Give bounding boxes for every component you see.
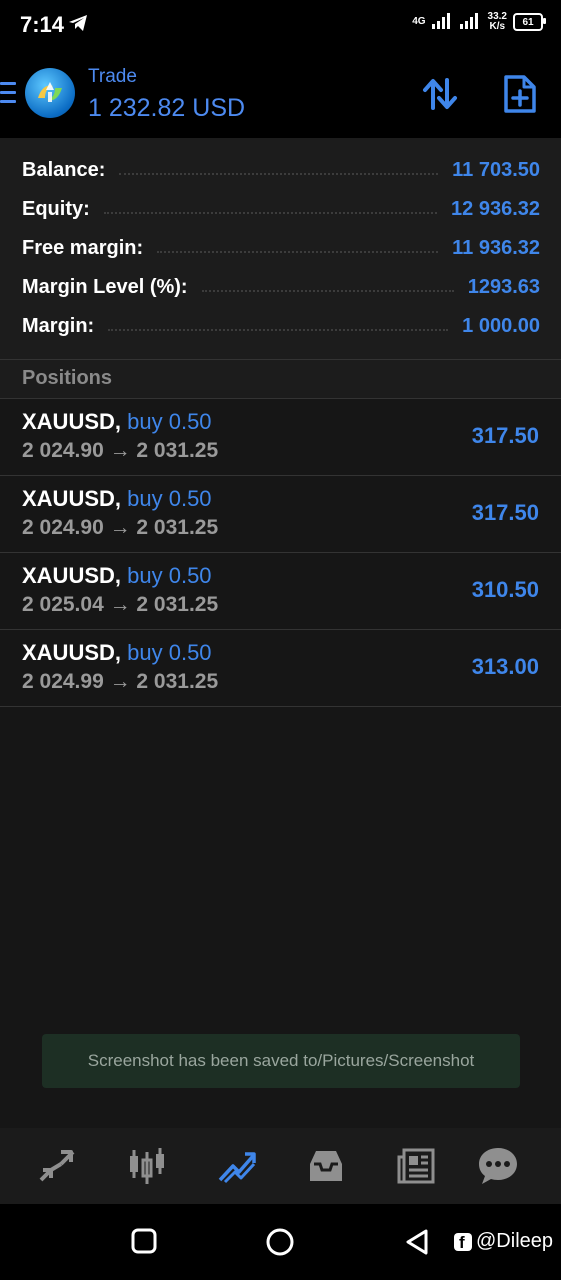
tab-trade[interactable] (215, 1144, 259, 1188)
dotted-leader (157, 250, 439, 253)
position-type: buy 0.50 (127, 640, 212, 665)
position-prices: 2 024.90 → 2 031.25 (22, 516, 219, 539)
history-icon (310, 1151, 342, 1181)
tab-chart[interactable] (125, 1144, 169, 1188)
news-icon (397, 1148, 435, 1184)
position-profit: 310.50 (471, 577, 539, 602)
position-profit: 313.00 (471, 654, 539, 679)
circle-icon (266, 1228, 294, 1256)
position-row[interactable]: XAUUSD, buy 0.50 2 024.90 → 2 031.25 317… (0, 399, 561, 476)
menu-icon[interactable] (0, 82, 16, 106)
speed-unit: K/s (489, 21, 506, 32)
position-prices: 2 024.99 → 2 031.25 (22, 670, 219, 693)
account-summary: Balance: 11 703.50 Equity: 12 936.32 Fre… (0, 138, 561, 360)
balance-row: Balance: 11 703.50 (22, 152, 540, 188)
signal-icon-2 (459, 12, 482, 32)
app-bar: Trade 1 232.82 USD (0, 52, 561, 138)
equity-label: Equity: (22, 197, 90, 220)
position-symbol: XAUUSD, (22, 563, 122, 588)
position-row[interactable]: XAUUSD, buy 0.50 2 025.04 → 2 031.25 310… (0, 553, 561, 630)
app-logo (25, 68, 75, 118)
back-button[interactable] (404, 1228, 430, 1261)
positions-section-header: Positions (0, 360, 561, 399)
system-nav-bar: f @Dileep (0, 1204, 561, 1280)
dotted-leader (108, 328, 449, 331)
chart-icon (130, 1148, 164, 1184)
dotted-leader (103, 211, 438, 214)
new-order-button[interactable] (502, 74, 538, 114)
recents-button[interactable] (131, 1228, 157, 1259)
position-profit: 317.50 (471, 500, 539, 525)
position-prices: 2 024.90 → 2 031.25 (22, 439, 219, 462)
status-bar: 7:14 4G 33.2 K/s 61 (0, 0, 561, 52)
tab-history[interactable] (304, 1144, 348, 1188)
facebook-icon: f (454, 1232, 472, 1251)
watermark-text: @Dileep (476, 1230, 554, 1252)
margin-level-row: Margin Level (%): 1293.63 (22, 269, 540, 305)
balance-value: 11 703.50 (452, 158, 540, 181)
equity-row: Equity: 12 936.32 (22, 191, 540, 227)
position-type: buy 0.50 (127, 486, 212, 511)
free-margin-value: 11 936.32 (452, 236, 540, 259)
margin-value: 1 000.00 (462, 314, 540, 337)
equity-value: 12 936.32 (451, 197, 540, 220)
position-type: buy 0.50 (127, 409, 212, 434)
position-row[interactable]: XAUUSD, buy 0.50 2 024.99 → 2 031.25 313… (0, 630, 561, 707)
trade-icon (218, 1152, 256, 1184)
telegram-icon (68, 14, 88, 37)
bottom-tab-bar (0, 1128, 561, 1204)
dotted-leader (201, 289, 454, 292)
positions-title: Positions (22, 367, 113, 389)
free-margin-label: Free margin: (22, 236, 144, 259)
quotes-icon (39, 1150, 75, 1182)
position-profit: 317.50 (471, 423, 539, 448)
screenshot-toast: Screenshot has been saved to/Pictures/Sc… (42, 1034, 520, 1088)
position-symbol: XAUUSD, (22, 486, 122, 511)
margin-level-value: 1293.63 (467, 275, 540, 298)
position-row[interactable]: XAUUSD, buy 0.50 2 024.90 → 2 031.25 317… (0, 476, 561, 553)
tab-quotes[interactable] (35, 1144, 79, 1188)
positions-list: XAUUSD, buy 0.50 2 024.90 → 2 031.25 317… (0, 399, 561, 707)
position-type: buy 0.50 (127, 563, 212, 588)
margin-level-label: Margin Level (%): (22, 275, 188, 298)
square-icon (131, 1228, 157, 1254)
battery-icon: 61 (513, 13, 546, 31)
triangle-back-icon (406, 1229, 428, 1255)
balance-label: Balance: (22, 158, 106, 181)
network-type: 4G (412, 16, 426, 27)
free-margin-row: Free margin: 11 936.32 (22, 230, 540, 266)
sort-button[interactable] (420, 74, 460, 114)
signal-icon (431, 12, 454, 32)
position-symbol: XAUUSD, (22, 409, 122, 434)
dotted-leader (119, 172, 439, 175)
clock: 7:14 (20, 12, 65, 37)
page-title: Trade (88, 66, 137, 87)
battery-level: 61 (522, 16, 534, 28)
network-speed: 33.2 K/s (488, 12, 507, 32)
profit-total: 1 232.82 USD (88, 94, 246, 122)
watermark: f @Dileep (454, 1230, 553, 1253)
margin-row: Margin: 1 000.00 (22, 308, 540, 344)
margin-label: Margin: (22, 314, 95, 337)
position-symbol: XAUUSD, (22, 640, 122, 665)
position-prices: 2 025.04 → 2 031.25 (22, 593, 219, 616)
new-document-icon (504, 75, 536, 113)
sort-arrows-icon (423, 78, 457, 110)
tab-messages[interactable] (476, 1144, 520, 1188)
home-button[interactable] (266, 1228, 294, 1261)
tab-news[interactable] (394, 1144, 438, 1188)
messages-icon (479, 1148, 517, 1184)
